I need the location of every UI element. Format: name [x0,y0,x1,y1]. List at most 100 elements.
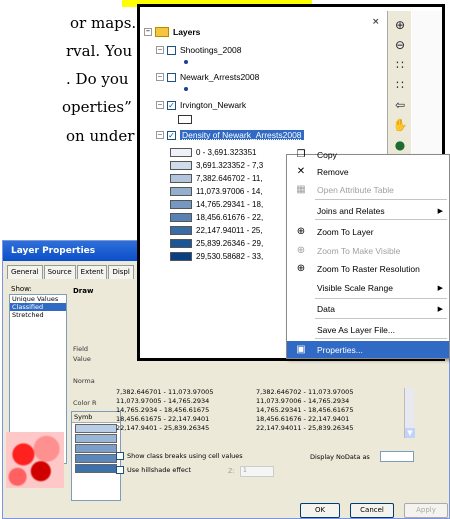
menu-item-save-as-layer-file[interactable]: Save As Layer File... [287,321,449,338]
tab-general[interactable]: General [7,265,43,279]
symbol-swatch[interactable] [75,444,117,453]
layer-checkbox[interactable] [167,72,176,82]
layer-density[interactable]: – ✓ Density of Newark_Arrests2008 [156,130,304,140]
prose-line-3: . Do you [66,70,129,88]
layer-newark-arrests[interactable]: – Newark_Arrests2008 [156,72,259,82]
prose-line-5: on under [66,127,135,145]
nodata-color-picker[interactable] [380,451,414,462]
menu-item-properties[interactable]: ▣ Properties... [287,341,449,358]
menu-blank-icon [293,204,309,218]
prose-line-4: operties” [62,98,132,116]
legend-swatch [170,187,192,196]
raster-preview [6,432,64,488]
toc-root-layers[interactable]: – Layers [144,27,200,37]
dialog-tabs: General Source Extent Displ [7,265,135,279]
class-list-scrollbar[interactable]: ▼ [404,388,415,438]
class-list[interactable]: 7,382.646701 - 11,073.97005 7,382.646702 … [116,388,416,433]
layer-irvington-newark[interactable]: – ✓ Irvington_Newark [156,100,246,110]
pan-icon[interactable]: ✋ [392,117,408,133]
apply-button[interactable]: Apply [404,503,448,518]
legend-label: 18,456.61676 - 22, [196,213,264,222]
tab-extent[interactable]: Extent [76,265,108,279]
hillshade-checkbox[interactable]: Use hillshade effect [116,466,191,474]
fixed-zoom-out-icon[interactable]: ∷ [392,77,408,93]
menu-item-label: Joins and Relates [317,205,385,216]
collapse-icon[interactable]: – [156,101,164,109]
symbol-swatch[interactable] [75,424,117,433]
symbol-swatch[interactable] [75,454,117,463]
legend-row: 14,765.29341 - 18, [170,200,263,209]
checkbox-box[interactable] [116,466,124,474]
class-range: 14,765.2934 - 18,456.61675 [116,406,210,414]
remove-icon: ✕ [296,165,306,177]
menu-item-copy[interactable]: ❐ Copy [287,146,449,163]
menu-item-zoom-to-layer[interactable]: ⊕ Zoom To Layer [287,223,449,240]
menu-item-label: Save As Layer File... [317,324,395,335]
collapse-icon[interactable]: – [144,28,152,36]
back-extent-icon[interactable]: ⇦ [392,97,408,113]
legend-swatch [170,161,192,170]
layer-checkbox[interactable] [167,45,176,55]
point-symbol-icon [184,87,188,91]
submenu-arrow-icon: ▶ [437,284,443,292]
zoom-globe-icon: ⊕ [296,225,306,237]
menu-item-joins-and-relates[interactable]: Joins and Relates ▶ [287,202,449,219]
class-label: 14,765.29341 - 18,456.61675 [256,406,354,414]
legend-row: 25,839.26346 - 29, [170,239,263,248]
layer-name-selected[interactable]: Density of Newark_Arrests2008 [180,130,304,140]
symbol-swatch[interactable] [75,434,117,443]
menu-item-data[interactable]: Data ▶ [287,300,449,317]
collapse-icon[interactable]: – [156,46,164,54]
menu-item-visible-scale-range[interactable]: Visible Scale Range ▶ [287,279,449,296]
menu-item-zoom-to-make-visible[interactable]: ⊕ Zoom To Make Visible [287,242,449,259]
class-row[interactable]: 11,073.97005 - 14,765.2934 11,073.97006 -… [116,397,416,406]
checkbox-box[interactable] [116,452,124,460]
menu-item-zoom-to-raster-resolution[interactable]: ⊕ Zoom To Raster Resolution [287,260,449,277]
show-item-unique-values[interactable]: Unique Values [10,295,66,303]
class-range: 7,382.646701 - 11,073.97005 [116,388,214,396]
menu-item-open-attribute-table[interactable]: ▦ Open Attribute Table [287,181,449,198]
close-icon[interactable]: × [372,17,380,27]
class-row[interactable]: 22,147.9401 - 25,839.26345 22,147.94011 -… [116,424,416,433]
color-ramp-label: Color R [73,399,97,407]
layer-checkbox[interactable]: ✓ [167,100,176,110]
class-row[interactable]: 18,456.61675 - 22,147.9401 18,456.61676 -… [116,415,416,424]
class-row[interactable]: 7,382.646701 - 11,073.97005 7,382.646702 … [116,388,416,397]
collapse-icon[interactable]: – [156,73,164,81]
z-label: Z: [228,467,235,475]
menu-item-label: Zoom To Raster Resolution [317,263,420,274]
layer-name: Newark_Arrests2008 [180,72,260,82]
menu-item-label: Properties... [317,344,363,355]
cancel-button[interactable]: Cancel [350,503,394,518]
symbol-table[interactable]: Symb [71,411,121,501]
checkbox-label: Show class breaks using cell values [127,452,243,460]
class-row[interactable]: 14,765.2934 - 18,456.61675 14,765.29341 -… [116,406,416,415]
fixed-zoom-in-icon[interactable]: ∷ [392,57,408,73]
show-item-stretched[interactable]: Stretched [10,311,66,319]
menu-item-remove[interactable]: ✕ Remove [287,163,449,180]
field-label: Field [73,345,89,353]
scroll-down-icon[interactable]: ▼ [405,428,415,438]
polygon-symbol-icon [178,115,192,124]
table-icon: ▦ [296,183,306,195]
menu-item-label: Copy [317,149,337,160]
tab-display[interactable]: Displ [108,265,134,279]
show-class-breaks-checkbox[interactable]: Show class breaks using cell values [116,452,243,460]
ok-button[interactable]: OK [300,503,340,518]
layer-shootings[interactable]: – Shootings_2008 [156,45,241,55]
zoom-out-icon[interactable]: ⊖ [392,37,408,53]
prose-line-2: rval. You [66,42,133,60]
layer-checkbox[interactable]: ✓ [167,130,176,140]
collapse-icon[interactable]: – [156,131,164,139]
legend-swatch [170,174,192,183]
class-range: 18,456.61675 - 22,147.9401 [116,415,210,423]
zoom-in-icon[interactable]: ⊕ [392,17,408,33]
legend-row: 7,382.646702 - 11, [170,174,263,183]
show-item-classified[interactable]: Classified [10,303,66,311]
copy-icon: ❐ [296,148,306,160]
z-factor-input[interactable]: 1 [240,466,274,477]
tab-source[interactable]: Source [43,265,76,279]
symbol-swatch[interactable] [75,464,117,473]
legend-row: 22,147.94011 - 25, [170,226,263,235]
checkbox-label: Use hillshade effect [127,466,192,474]
